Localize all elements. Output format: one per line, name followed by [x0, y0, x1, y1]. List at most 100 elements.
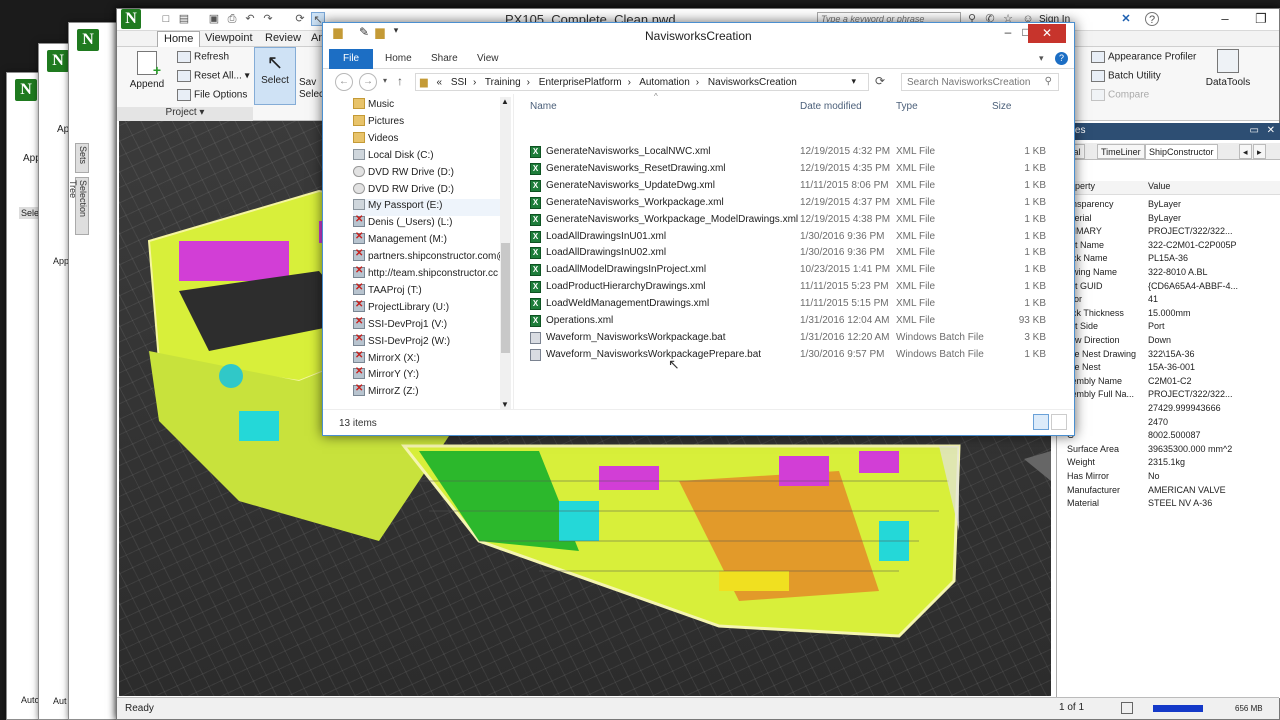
- file-row[interactable]: X GenerateNavisworks_LocalNWC.xml 12/19/20…: [530, 144, 1050, 161]
- column-size[interactable]: Size: [992, 101, 1011, 112]
- tab-file[interactable]: File: [329, 49, 374, 69]
- tab-home[interactable]: Home: [375, 49, 422, 69]
- property-row[interactable]: G8002.500087: [1057, 430, 1280, 444]
- refresh-icon[interactable]: ⟳: [293, 12, 307, 26]
- file-row[interactable]: X GenerateNavisworks_Workpackage_ModelDra…: [530, 212, 1050, 229]
- property-row[interactable]: ock Name PL15A-36: [1057, 253, 1280, 267]
- file-row[interactable]: X GenerateNavisworks_ResetDrawing.xml 12/1…: [530, 161, 1050, 178]
- property-row[interactable]: aterial ByLayer: [1057, 213, 1280, 227]
- property-row[interactable]: Manufacturer AMERICAN VALVE: [1057, 485, 1280, 499]
- property-row[interactable]: Surface Area 39635300.000 mm^2: [1057, 444, 1280, 458]
- column-date-modified[interactable]: Date modified: [800, 101, 862, 112]
- file-row[interactable]: X LoadProductHierarchyDrawings.xml 11/11/2…: [530, 279, 1050, 296]
- tab-share[interactable]: Share: [421, 49, 468, 69]
- search-input[interactable]: Search NavisworksCreation ⚲: [901, 73, 1059, 91]
- file-row[interactable]: Waveform_NavisworksWorkpackagePrepare.ba…: [530, 347, 1050, 364]
- property-row[interactable]: Material STEEL NV A-36: [1057, 498, 1280, 512]
- scrollbar-thumb[interactable]: [501, 243, 510, 353]
- file-row[interactable]: X LoadAllModelDrawingsInProject.xml 10/23/…: [530, 262, 1050, 279]
- pin-icon[interactable]: ▭: [1250, 125, 1259, 136]
- property-row[interactable]: sembly Name C2M01-C2: [1057, 376, 1280, 390]
- scroll-down-icon[interactable]: ▼: [501, 400, 509, 409]
- sets-tab[interactable]: Sets: [75, 143, 89, 173]
- tab-viewpoint[interactable]: Viewpoint: [199, 31, 259, 47]
- nav-tree-item[interactable]: partners.shipconstructor.com@: [353, 248, 507, 267]
- file-row[interactable]: X LoadAllDrawingsInU01.xml 1/30/2016 9:36 …: [530, 229, 1050, 246]
- breadcrumb-overflow[interactable]: «: [436, 77, 442, 88]
- nav-tree-item[interactable]: Videos: [353, 131, 398, 149]
- close-icon[interactable]: ✕: [1267, 125, 1275, 136]
- new-icon[interactable]: □: [159, 12, 173, 26]
- redo-icon[interactable]: ↷: [261, 12, 275, 26]
- scroll-tabs-left-icon[interactable]: ◂: [1239, 144, 1252, 159]
- nav-tree-item[interactable]: Denis (_Users) (L:): [353, 214, 452, 233]
- select-button[interactable]: ↖ Select: [254, 47, 296, 105]
- project-panel-label[interactable]: Project ▾: [117, 107, 253, 121]
- file-row[interactable]: Waveform_NavisworksWorkpackage.bat 1/31/2…: [530, 330, 1050, 347]
- breadcrumb-enterpriseplatform[interactable]: EnterprisePlatform: [539, 77, 622, 88]
- file-row[interactable]: X Operations.xml 1/31/2016 12:04 AM XML Fil…: [530, 313, 1050, 330]
- property-row[interactable]: ate Nest Drawing 322\15A-36: [1057, 349, 1280, 363]
- nav-tree-item[interactable]: SSI-DevProj2 (W:): [353, 333, 450, 352]
- tab-shipconstructor[interactable]: ShipConstructor: [1145, 144, 1218, 159]
- property-row[interactable]: G2470: [1057, 417, 1280, 431]
- breadcrumb-automation[interactable]: Automation: [639, 77, 690, 88]
- restore-button[interactable]: ❐: [1243, 9, 1279, 29]
- file-row[interactable]: X GenerateNavisworks_Workpackage.xml 12/19…: [530, 195, 1050, 212]
- append-button[interactable]: + Append: [129, 49, 165, 97]
- up-button[interactable]: ↑: [397, 74, 403, 88]
- breadcrumb-training[interactable]: Training: [485, 77, 521, 88]
- property-row[interactable]: G27429.999943666: [1057, 403, 1280, 417]
- column-type[interactable]: Type: [896, 101, 918, 112]
- refresh-button[interactable]: ⟳: [875, 74, 885, 88]
- scroll-up-icon[interactable]: ▲: [501, 97, 509, 106]
- close-button[interactable]: ✕: [1028, 24, 1066, 43]
- help-icon[interactable]: ?: [1145, 12, 1159, 26]
- datatools-button[interactable]: DataTools: [1203, 49, 1253, 88]
- nav-tree-item[interactable]: ProjectLibrary (U:): [353, 299, 449, 318]
- property-row[interactable]: ock Thickness 15.000mm: [1057, 308, 1280, 322]
- nav-tree-item[interactable]: SSI-DevProj1 (V:): [353, 316, 447, 335]
- forward-button[interactable]: →: [359, 73, 377, 91]
- recent-locations-icon[interactable]: ▾: [383, 76, 387, 85]
- appearance-profiler-button[interactable]: Appearance Profiler: [1091, 51, 1196, 63]
- navigation-scrollbar[interactable]: ▲ ▼: [500, 97, 511, 409]
- navisworks-logo-icon[interactable]: N: [121, 9, 141, 29]
- expand-ribbon-icon[interactable]: ▾: [1039, 53, 1044, 64]
- property-row[interactable]: Has Mirror No: [1057, 471, 1280, 485]
- tab-review[interactable]: Review: [259, 31, 307, 47]
- back-button[interactable]: ←: [335, 73, 353, 91]
- file-options-button[interactable]: File Options: [177, 89, 247, 101]
- breadcrumb-ssi[interactable]: SSI: [451, 77, 467, 88]
- property-row[interactable]: row Direction Down: [1057, 335, 1280, 349]
- nav-tree-item[interactable]: Local Disk (C:): [353, 148, 434, 166]
- batch-utility-button[interactable]: Batch Utility: [1091, 70, 1161, 82]
- scroll-tabs-right-icon[interactable]: ▸: [1253, 144, 1266, 159]
- nav-tree-item[interactable]: DVD RW Drive (D:): [353, 165, 454, 183]
- file-row[interactable]: X LoadWeldManagementDrawings.xml 11/11/201…: [530, 296, 1050, 313]
- property-row[interactable]: ansparency ByLayer: [1057, 199, 1280, 213]
- tab-timeliner[interactable]: TimeLiner: [1097, 144, 1145, 159]
- property-row[interactable]: RIMARY PROJECT/322/322...: [1057, 226, 1280, 240]
- file-row[interactable]: X LoadAllDrawingsInU02.xml 1/30/2016 9:36 …: [530, 245, 1050, 262]
- help-icon[interactable]: ?: [1055, 52, 1068, 65]
- exchange-icon[interactable]: ✕: [1119, 12, 1133, 26]
- column-name[interactable]: Name: [530, 101, 557, 112]
- property-row[interactable]: art Side Port: [1057, 321, 1280, 335]
- property-row[interactable]: art Name 322-C2M01-C2P005P: [1057, 240, 1280, 254]
- property-row[interactable]: sembly Full Na... PROJECT/322/322...: [1057, 389, 1280, 403]
- nav-tree-item[interactable]: Management (M:): [353, 231, 447, 250]
- tab-view[interactable]: View: [467, 49, 509, 69]
- refresh-button[interactable]: Refresh: [177, 51, 229, 63]
- nav-tree-item[interactable]: http://team.shipconstructor.cc: [353, 265, 498, 284]
- details-view-icon[interactable]: [1033, 414, 1049, 430]
- compare-button[interactable]: Compare: [1091, 89, 1149, 101]
- breadcrumb-navisworkscreation[interactable]: NavisworksCreation: [708, 77, 797, 88]
- address-bar[interactable]: ▆ « SSI › Training › EnterprisePlatform › A…: [415, 73, 869, 91]
- reset-all-button[interactable]: Reset All... ▾: [177, 70, 250, 82]
- selection-tree-tab[interactable]: Selection Tree: [68, 177, 89, 235]
- address-dropdown-icon[interactable]: ▾: [851, 76, 856, 87]
- save-icon[interactable]: ▣: [207, 12, 221, 26]
- property-row[interactable]: awing Name 322-8010 A.BL: [1057, 267, 1280, 281]
- open-icon[interactable]: ▤: [177, 12, 191, 26]
